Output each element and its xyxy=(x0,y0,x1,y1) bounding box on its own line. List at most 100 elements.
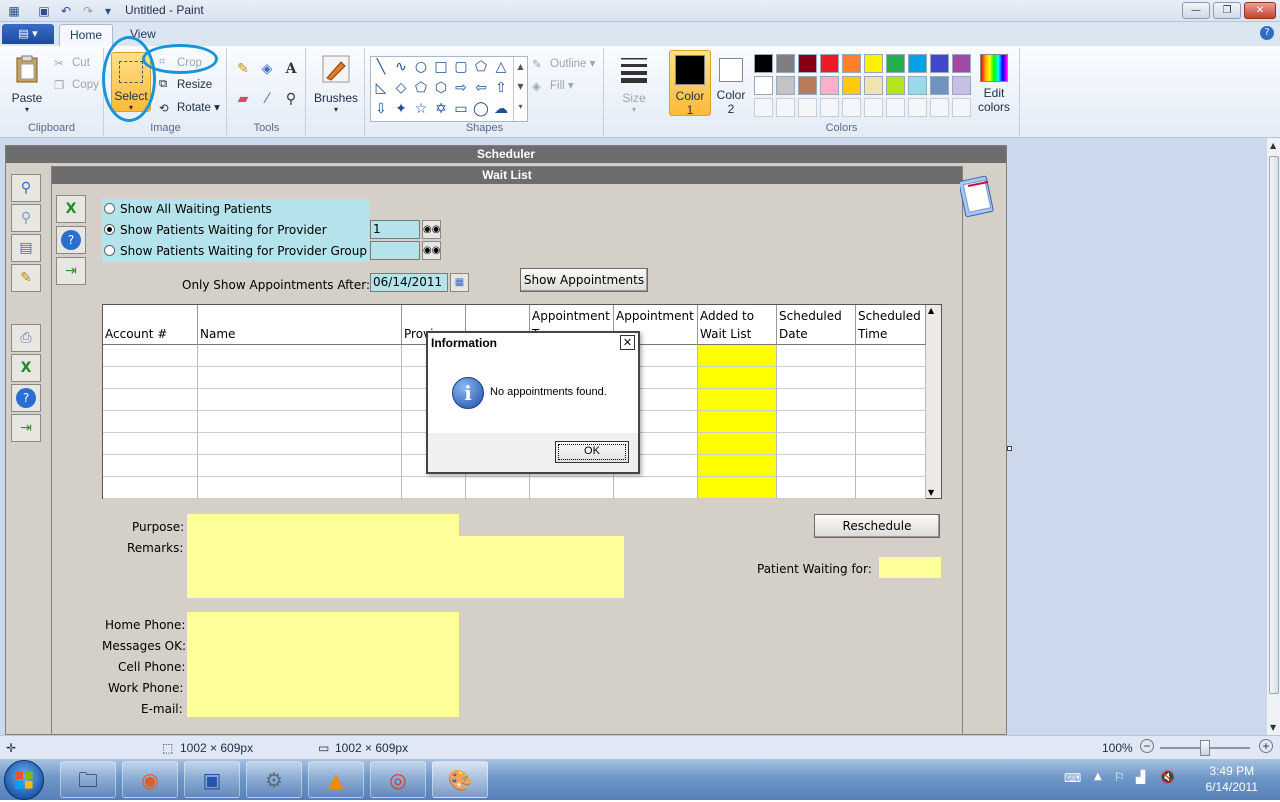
provider-field[interactable]: 1 xyxy=(370,220,420,239)
excel-export-icon[interactable]: X xyxy=(11,354,41,382)
table-cell[interactable] xyxy=(198,455,402,477)
remote-desktop-taskbar-icon[interactable]: ▣ xyxy=(184,761,240,798)
pencil-icon[interactable]: ✎ xyxy=(232,58,254,80)
scroll-down-icon[interactable]: ▼ xyxy=(1270,723,1276,732)
help-circle-icon[interactable]: ? xyxy=(56,226,86,254)
custom-color-swatch[interactable] xyxy=(930,98,949,117)
fill-button[interactable]: ◈ Fill ▾ xyxy=(532,78,574,93)
date-field[interactable]: 06/14/2011 xyxy=(370,273,448,292)
table-cell[interactable] xyxy=(856,433,926,455)
firefox-taskbar-icon[interactable]: ◉ xyxy=(122,761,178,798)
rounded-callout-shape-icon[interactable]: ▭ xyxy=(451,99,471,119)
color-swatch[interactable] xyxy=(908,54,927,73)
color2-button[interactable]: Color 2 xyxy=(714,50,748,116)
table-cell[interactable] xyxy=(856,455,926,477)
table-cell[interactable] xyxy=(198,477,402,499)
oval-callout-shape-icon[interactable]: ◯ xyxy=(471,99,491,119)
table-cell[interactable] xyxy=(777,389,856,411)
exit-door-icon[interactable]: ⇥ xyxy=(11,414,41,442)
custom-color-swatch[interactable] xyxy=(754,98,773,117)
shapes-scroll[interactable]: ▲ ▼ ▾ xyxy=(513,57,527,121)
color-swatch[interactable] xyxy=(864,54,883,73)
brushes-button[interactable]: Brushes ▾ xyxy=(313,54,359,114)
table-cell[interactable] xyxy=(402,477,466,499)
close-button[interactable]: ✕ xyxy=(1244,2,1276,19)
column-header[interactable]: Scheduled Time xyxy=(856,305,926,345)
right-arrow-shape-icon[interactable]: ⇨ xyxy=(451,78,471,98)
show-hidden-icons-icon[interactable]: ▲ xyxy=(1094,771,1102,782)
table-cell[interactable] xyxy=(103,411,198,433)
printer-icon[interactable]: ⎙ xyxy=(11,324,41,352)
scroll-up-icon[interactable]: ▲ xyxy=(1270,141,1276,150)
table-cell[interactable] xyxy=(856,367,926,389)
table-cell[interactable] xyxy=(698,367,777,389)
shapes-gallery[interactable]: ╲ ∿ ○ □ ▢ ⬠ △ ◺ ◇ ⬠ ⬡ ⇨ ⇦ ⇧ ⇩ ✦ ☆ ✡ ▭ ◯ … xyxy=(370,56,528,122)
cloud-callout-shape-icon[interactable]: ☁ xyxy=(491,99,511,119)
information-dialog[interactable]: Information ✕ i No appointments found. O… xyxy=(426,331,640,474)
table-cell[interactable] xyxy=(777,477,856,499)
custom-color-swatch[interactable] xyxy=(798,98,817,117)
help-icon[interactable]: ? xyxy=(1260,26,1274,40)
save-icon[interactable]: ▣ xyxy=(36,3,52,19)
custom-color-swatch[interactable] xyxy=(776,98,795,117)
contact-fields[interactable] xyxy=(187,612,459,717)
resize-button[interactable]: ⧉ Resize xyxy=(159,78,212,92)
vertical-scrollbar[interactable]: ▲ ▼ xyxy=(1266,138,1280,735)
edit-note-icon[interactable]: ✎ xyxy=(11,264,41,292)
binoculars-icon[interactable]: ◉◉ xyxy=(422,220,441,239)
redo-icon[interactable]: ↷ xyxy=(80,3,96,19)
exit-door-icon[interactable]: ⇥ xyxy=(56,257,86,285)
zoom-out-icon[interactable]: − xyxy=(1140,739,1154,753)
zoom-slider-thumb[interactable] xyxy=(1200,740,1210,756)
table-cell[interactable] xyxy=(103,367,198,389)
radio-provider-group[interactable]: Show Patients Waiting for Provider Group xyxy=(104,244,367,258)
minimize-button[interactable]: — xyxy=(1182,2,1210,19)
color-swatch[interactable] xyxy=(820,54,839,73)
table-cell[interactable] xyxy=(103,477,198,499)
color-swatch[interactable] xyxy=(930,54,949,73)
cut-button[interactable]: ✂ Cut xyxy=(54,56,90,70)
table-cell[interactable] xyxy=(698,455,777,477)
table-cell[interactable] xyxy=(777,411,856,433)
excel-export-icon[interactable]: X xyxy=(56,195,86,223)
column-header[interactable]: Account # xyxy=(103,305,198,345)
custom-color-swatch[interactable] xyxy=(864,98,883,117)
table-cell[interactable] xyxy=(698,345,777,367)
table-cell[interactable] xyxy=(777,455,856,477)
color-swatch[interactable] xyxy=(842,76,861,95)
table-cell[interactable] xyxy=(466,477,530,499)
paste-button[interactable]: Paste ▾ xyxy=(8,54,46,114)
pentagon-shape-icon[interactable]: ⬠ xyxy=(411,78,431,98)
color-swatch[interactable] xyxy=(886,54,905,73)
custom-color-swatch[interactable] xyxy=(842,98,861,117)
remarks-field[interactable] xyxy=(187,536,624,598)
color-swatch[interactable] xyxy=(930,76,949,95)
table-cell[interactable] xyxy=(698,433,777,455)
custom-color-swatch[interactable] xyxy=(908,98,927,117)
eraser-icon[interactable]: ▰ xyxy=(232,88,254,110)
table-cell[interactable] xyxy=(198,367,402,389)
paint-app-icon[interactable]: ▦ xyxy=(6,3,22,19)
table-cell[interactable] xyxy=(856,345,926,367)
table-cell[interactable] xyxy=(198,345,402,367)
polygon-shape-icon[interactable]: ⬠ xyxy=(471,57,491,77)
explorer-taskbar-icon[interactable]: 🗀 xyxy=(60,761,116,798)
show-appointments-button[interactable]: Show Appointments xyxy=(520,268,648,292)
curve-shape-icon[interactable]: ∿ xyxy=(391,57,411,77)
table-cell[interactable] xyxy=(103,345,198,367)
table-cell[interactable] xyxy=(856,411,926,433)
down-arrow-shape-icon[interactable]: ⇩ xyxy=(371,99,391,119)
undo-icon[interactable]: ↶ xyxy=(58,3,74,19)
zoom-in-icon[interactable]: + xyxy=(1259,739,1273,753)
dialog-close-icon[interactable]: ✕ xyxy=(620,335,635,350)
text-tool-icon[interactable]: A xyxy=(280,58,302,80)
custom-color-swatch[interactable] xyxy=(952,98,971,117)
color-picker-icon[interactable]: ⁄ xyxy=(256,88,278,110)
start-button[interactable] xyxy=(4,760,44,800)
color-swatch[interactable] xyxy=(886,76,905,95)
clock[interactable]: 3:49 PM 6/14/2011 xyxy=(1206,763,1259,795)
scroll-up-icon[interactable]: ▲ xyxy=(928,306,934,315)
patient-record-icon[interactable]: ▤ xyxy=(11,234,41,262)
rounded-rectangle-shape-icon[interactable]: ▢ xyxy=(451,57,471,77)
calendar-icon[interactable]: ▦ xyxy=(450,273,469,292)
